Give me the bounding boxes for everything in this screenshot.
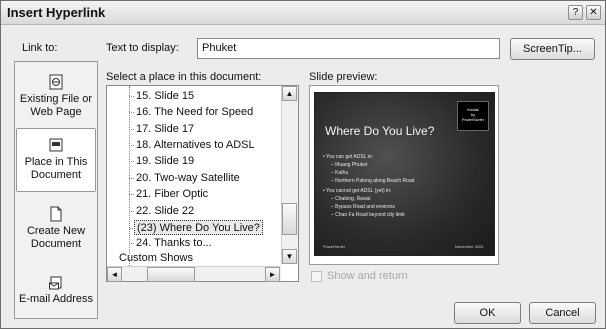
scroll-right-button[interactable]: ► [265, 267, 280, 282]
web-page-icon [49, 74, 63, 90]
link-existing-file-line2: Web Page [30, 106, 82, 118]
slide-thumbnail: Kodak by PowerSurfer Where Do You Live? … [314, 92, 495, 256]
tree-item[interactable]: 24. Thanks to... [129, 236, 214, 251]
tree-horizontal-scrollbar[interactable]: ◄ ► [107, 266, 281, 282]
close-button[interactable]: ✕ [586, 5, 601, 20]
tree-item-custom-shows[interactable]: Custom Shows [119, 251, 193, 266]
link-place-line1: Place in This [24, 156, 88, 168]
dialog-title: Insert Hyperlink [7, 5, 106, 20]
title-bar: Insert Hyperlink ? ✕ [1, 1, 605, 25]
scroll-left-button[interactable]: ◄ [107, 267, 122, 282]
link-create-line2: Document [30, 238, 82, 250]
tree-item[interactable]: 19. Slide 19 [128, 154, 196, 169]
select-place-label: Select a place in this document: [106, 71, 262, 83]
link-existing-file-or-web-page[interactable]: Existing File or Web Page [15, 74, 97, 119]
tree-connector [129, 86, 130, 266]
tree-item[interactable]: 17. Slide 17 [128, 122, 196, 137]
slide-subbullet: – Muang Phuket [331, 162, 368, 168]
slide-subbullet: – Northern Patong along Beach Road [331, 178, 415, 184]
slide-bullet: • You can get ADSL in: [323, 154, 373, 160]
slide-icon [49, 138, 63, 152]
link-create-new-document[interactable]: Create New Document [15, 206, 97, 251]
ok-button[interactable]: OK [454, 302, 521, 324]
slide-logo-badge: Kodak by PowerSurfer [457, 101, 489, 131]
link-email-address[interactable]: E-mail Address [15, 274, 97, 306]
slide-subbullet: – Kathu [331, 170, 349, 176]
new-document-icon [50, 206, 62, 222]
text-to-display-input[interactable]: Phuket [197, 38, 500, 59]
slide-bullet: • You cannot get ADSL (yet) in: [323, 188, 392, 194]
scroll-down-button[interactable]: ▼ [282, 249, 297, 264]
slide-title: Where Do You Live? [325, 124, 435, 138]
tree-item[interactable]: 18. Alternatives to ADSL [129, 138, 257, 153]
link-create-line1: Create New [26, 225, 86, 237]
tree-item[interactable]: 15. Slide 15 [128, 89, 196, 104]
slide-preview-label: Slide preview: [309, 71, 378, 83]
tree-item[interactable]: 20. Two-way Satellite [129, 171, 242, 186]
help-button[interactable]: ? [568, 5, 583, 20]
link-existing-file-line1: Existing File or [19, 93, 93, 105]
tree-item[interactable]: 22. Slide 22 [128, 204, 196, 219]
tree-item[interactable]: 21. Fiber Optic [128, 187, 210, 202]
h-scroll-thumb[interactable] [147, 267, 195, 282]
screentip-button[interactable]: ScreenTip... [510, 38, 595, 60]
cancel-button[interactable]: Cancel [529, 302, 596, 324]
link-to-bar: Existing File or Web Page Place in This … [14, 61, 98, 319]
show-and-return-checkbox[interactable] [311, 271, 322, 282]
slide-footer-left: PowerSurfer [323, 244, 346, 249]
slide-footer-right: November 2004 [455, 244, 484, 249]
slide-subbullet: – Chalong, Rawai [331, 196, 371, 202]
scroll-thumb[interactable] [282, 203, 297, 235]
document-places-tree[interactable]: 15. Slide 15 16. The Need for Speed 17. … [106, 85, 299, 282]
insert-hyperlink-dialog: Insert Hyperlink ? ✕ Link to: Existing F… [0, 0, 606, 329]
slide-subbullet: – Bypass Road and environs [331, 204, 395, 210]
slide-subbullet: – Chao Fa Road beyond city limit [331, 212, 405, 218]
tree-item-selected[interactable]: (23) Where Do You Live? [130, 220, 263, 235]
slide-preview-pane: Kodak by PowerSurfer Where Do You Live? … [309, 85, 499, 265]
link-place-in-this-document[interactable]: Place in This Document [16, 128, 96, 192]
email-icon [49, 276, 62, 290]
link-to-label: Link to: [22, 42, 58, 54]
tree-item[interactable]: 16. The Need for Speed [128, 105, 255, 120]
text-to-display-label: Text to display: [106, 42, 179, 54]
link-email-line1: E-mail Address [19, 293, 93, 305]
show-and-return-label: Show and return [327, 270, 408, 282]
scroll-up-button[interactable]: ▲ [282, 86, 297, 101]
tree-vertical-scrollbar[interactable]: ▲ ▼ [281, 86, 298, 264]
badge-line: PowerSurfer [461, 117, 485, 122]
link-place-line2: Document [30, 169, 82, 181]
